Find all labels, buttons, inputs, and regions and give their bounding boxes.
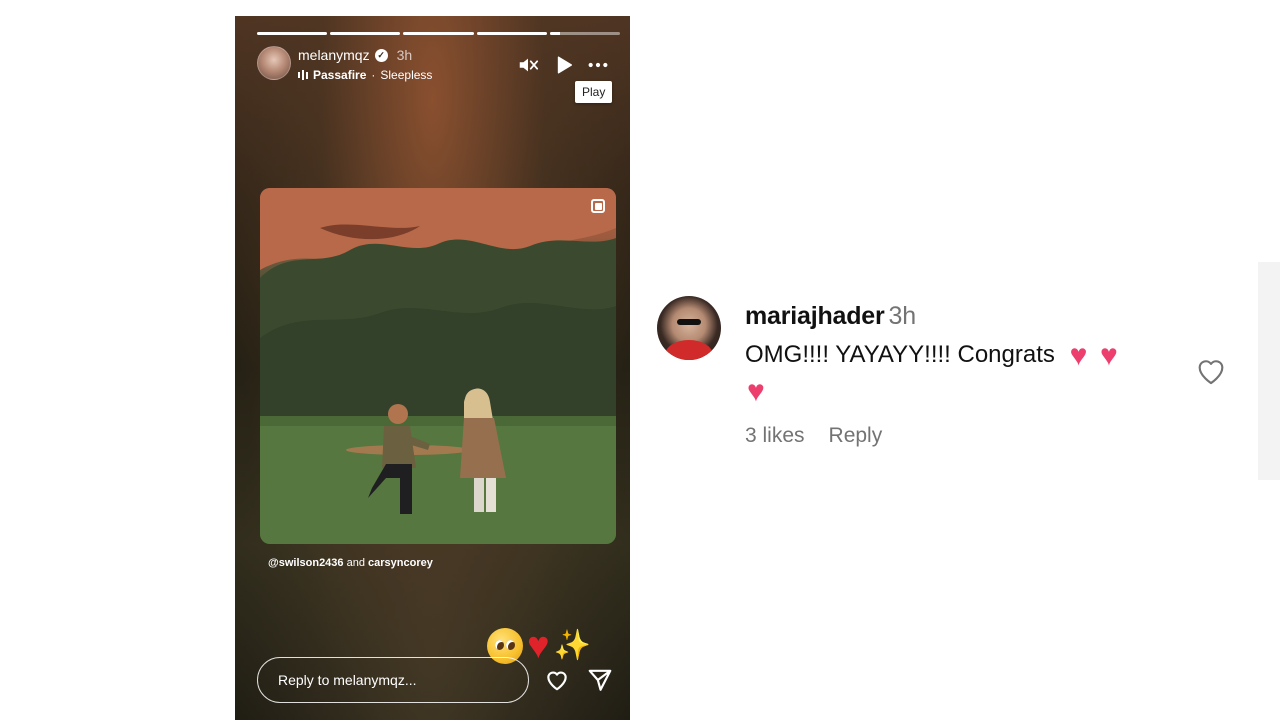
red-heart-emoji[interactable]: ♥ bbox=[527, 627, 550, 665]
comment-username[interactable]: mariajhader bbox=[745, 302, 885, 330]
panel-edge bbox=[1258, 262, 1280, 480]
sparkles-emoji[interactable]: ✨ bbox=[554, 628, 591, 664]
pink-heart-emoji: ♥ bbox=[1069, 339, 1088, 372]
music-artist: Passafire bbox=[313, 68, 367, 82]
progress-segment bbox=[257, 32, 328, 35]
comment-likes[interactable]: 3 likes bbox=[745, 424, 805, 448]
play-icon[interactable] bbox=[553, 54, 575, 76]
verified-icon: ✓ bbox=[374, 48, 388, 62]
heart-icon[interactable] bbox=[1194, 354, 1228, 388]
heart-icon[interactable] bbox=[544, 667, 570, 693]
proposal-photo bbox=[260, 188, 616, 544]
story-username[interactable]: melanymqz bbox=[298, 47, 370, 63]
credit-user2[interactable]: carsyncorey bbox=[368, 557, 433, 569]
mute-icon[interactable] bbox=[517, 54, 539, 76]
comment-time: 3h bbox=[888, 302, 917, 330]
avatar[interactable] bbox=[657, 296, 721, 360]
music-separator: · bbox=[371, 68, 376, 82]
progress-segment bbox=[403, 32, 474, 35]
audio-bars-icon bbox=[298, 70, 308, 80]
comment-header: mariajhader 3h bbox=[745, 302, 916, 331]
story-viewer: melanymqz ✓ 3h Passafire · Sleepless Pla… bbox=[235, 16, 630, 720]
story-user-row: melanymqz ✓ 3h bbox=[298, 47, 412, 63]
send-icon[interactable] bbox=[587, 667, 613, 693]
comment: mariajhader 3h OMG!!!! YAYAYY!!!! Congrat… bbox=[657, 296, 1237, 466]
comment-body: OMG!!!! YAYAYY!!!! Congrats bbox=[745, 341, 1055, 368]
photo-credit: @swilson2436 and carsyncorey bbox=[268, 557, 433, 569]
story-progress bbox=[257, 32, 621, 35]
story-music[interactable]: Passafire · Sleepless bbox=[298, 68, 432, 82]
story-header: melanymqz ✓ 3h Passafire · Sleepless bbox=[257, 46, 616, 82]
credit-and: and bbox=[343, 557, 369, 569]
music-song: Sleepless bbox=[380, 68, 433, 82]
pink-heart-emoji: ♥ bbox=[747, 375, 765, 408]
comment-text: OMG!!!! YAYAYY!!!! Congrats ♥ ♥ ♥ bbox=[745, 337, 1185, 409]
progress-segment bbox=[476, 32, 547, 35]
avatar[interactable] bbox=[257, 46, 291, 80]
progress-segment bbox=[549, 32, 621, 35]
multi-post-icon bbox=[591, 199, 605, 213]
reply-button[interactable]: Reply bbox=[829, 424, 883, 448]
story-photo[interactable] bbox=[260, 188, 616, 544]
credit-user[interactable]: @swilson2436 bbox=[268, 557, 344, 569]
story-time: 3h bbox=[396, 47, 413, 63]
comment-meta: 3 likes Reply bbox=[745, 424, 882, 448]
more-icon[interactable] bbox=[587, 54, 609, 76]
play-tooltip: Play bbox=[575, 81, 613, 103]
story-reply-input[interactable]: Reply to melanymqz... bbox=[257, 657, 529, 703]
progress-segment bbox=[330, 32, 401, 35]
pink-heart-emoji: ♥ bbox=[1100, 339, 1118, 372]
